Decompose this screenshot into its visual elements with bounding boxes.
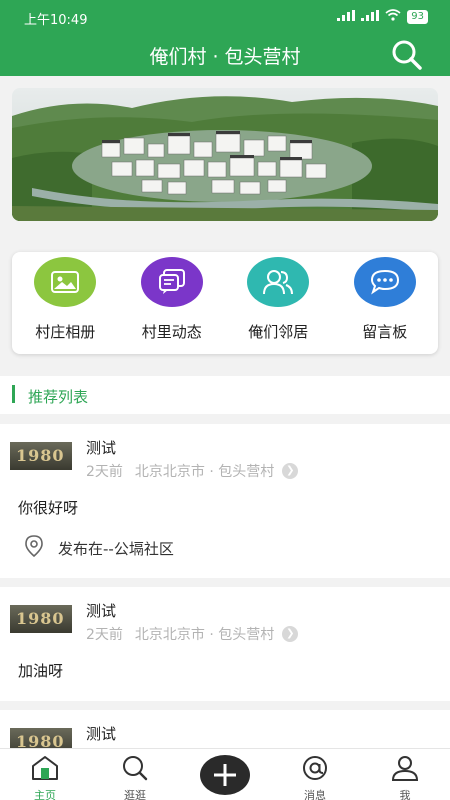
post-avatar[interactable]: 1980 [10, 605, 72, 633]
signal-icon [337, 9, 356, 24]
message-board-icon [353, 257, 416, 307]
chat-news-icon [140, 257, 203, 307]
post-location[interactable]: 发布在--公塥社区 [24, 535, 174, 561]
post-meta: 2天前 北京北京市 · 包头营村 ❯ [86, 624, 299, 644]
page-title: 俺们村 · 包头营村 [149, 46, 301, 68]
post-card[interactable]: 1980 测试 2天前 北京北京市 · 包头营村 ❯ 加油呀 [0, 587, 450, 701]
bottom-tab-bar: 主页 逛逛 消息 我 [0, 748, 450, 800]
tab-add[interactable] [180, 749, 270, 800]
tab-browse[interactable]: 逛逛 [90, 749, 180, 800]
post-time: 2天前 [86, 627, 123, 643]
tab-label: 消息 [304, 789, 326, 800]
post-place: 北京北京市 · 包头营村 [134, 627, 275, 643]
tab-home[interactable]: 主页 [0, 749, 90, 800]
post-time: 2天前 [86, 464, 123, 480]
quick-item-album[interactable]: 村庄相册 [12, 252, 119, 354]
tab-me[interactable]: 我 [360, 749, 450, 800]
post-meta: 2天前 北京北京市 · 包头营村 ❯ [86, 461, 299, 481]
village-photo [12, 88, 438, 221]
quick-item-label: 留言板 [362, 323, 408, 341]
quick-item-label: 村里动态 [141, 323, 202, 341]
recommend-section-header: 推荐列表 [0, 376, 450, 414]
plus-icon [200, 755, 250, 795]
chevron-right-icon[interactable]: ❯ [282, 626, 299, 642]
post-author[interactable]: 测试 [86, 723, 116, 744]
post-location-text: 发布在--公塥社区 [58, 539, 174, 558]
section-title: 推荐列表 [28, 388, 89, 406]
quick-item-label: 俺们邻居 [248, 323, 309, 341]
quick-menu: 村庄相册 村里动态 俺们邻居 留言板 [12, 252, 438, 354]
avatar-text: 1980 [16, 446, 65, 465]
search-icon [120, 755, 150, 785]
avatar-text: 1980 [16, 609, 65, 628]
section-accent-bar [12, 385, 15, 403]
status-icons: 93 [337, 9, 428, 24]
app-header: 俺们村 · 包头营村 [0, 34, 450, 76]
post-card[interactable]: 1980 测试 2天前 北京北京市 · 包头营村 ❯ 你很好呀 发布在--公塥社… [0, 424, 450, 578]
post-author[interactable]: 测试 [86, 600, 116, 621]
post-card[interactable]: 1980 测试 [0, 710, 450, 756]
wifi-icon [385, 9, 401, 24]
post-content: 加油呀 [18, 662, 64, 680]
quick-item-message-board[interactable]: 留言板 [332, 252, 439, 354]
quick-item-neighbors[interactable]: 俺们邻居 [225, 252, 332, 354]
photo-album-icon [34, 257, 97, 307]
home-icon [30, 755, 60, 785]
signal-icon-2 [361, 9, 380, 24]
tab-messages[interactable]: 消息 [270, 749, 360, 800]
post-author[interactable]: 测试 [86, 437, 116, 458]
chevron-right-icon[interactable]: ❯ [282, 463, 299, 479]
post-place: 北京北京市 · 包头营村 [134, 464, 275, 480]
tab-label: 我 [399, 789, 411, 800]
quick-item-news[interactable]: 村里动态 [119, 252, 226, 354]
tab-label: 逛逛 [124, 789, 146, 800]
post-content: 你很好呀 [18, 499, 79, 517]
people-icon [247, 257, 310, 307]
quick-item-label: 村庄相册 [35, 323, 96, 341]
battery-icon: 93 [407, 9, 428, 24]
location-pin-icon [24, 535, 44, 561]
status-time: 上午10:49 [24, 13, 88, 28]
status-bar: 上午10:49 93 [0, 0, 450, 34]
at-icon [300, 755, 330, 785]
search-icon[interactable] [390, 38, 424, 72]
village-banner[interactable] [12, 88, 438, 221]
tab-label: 主页 [34, 789, 56, 800]
person-icon [390, 755, 420, 785]
post-avatar[interactable]: 1980 [10, 442, 72, 470]
